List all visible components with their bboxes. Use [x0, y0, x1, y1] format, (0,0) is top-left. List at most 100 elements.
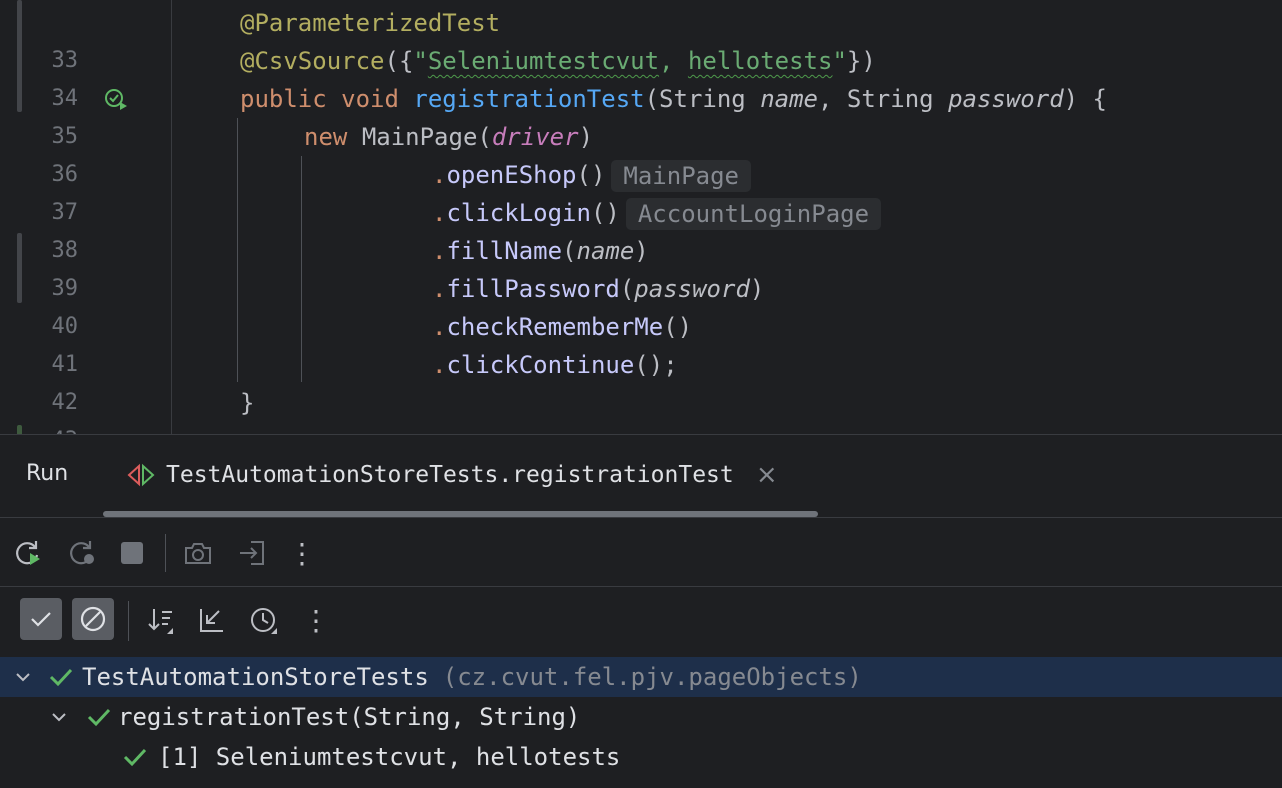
dot: .	[432, 313, 447, 341]
method-call: clickLogin	[446, 199, 591, 227]
type-name: String	[659, 85, 746, 113]
type-name: String	[846, 85, 934, 113]
class-name: MainPage	[361, 123, 478, 151]
code-line[interactable]: 37 .openEShop() MainPage	[0, 156, 1282, 225]
test-history-button[interactable]	[243, 599, 285, 641]
run-configuration-tab[interactable]: TestAutomationStoreTests.registrationTes…	[126, 457, 780, 493]
collapse-all-button[interactable]	[191, 599, 233, 641]
type-inlay-hint[interactable]: MainPage	[611, 160, 751, 192]
code-line[interactable]: 42 .clickContinue();	[0, 346, 1282, 415]
more-options-button[interactable]: ⋮	[295, 599, 337, 641]
test-passed-icon	[87, 708, 111, 727]
code-line[interactable]: 41 .checkRememberMe()	[0, 308, 1282, 377]
dot: .	[432, 237, 447, 265]
punctuation: ()	[663, 313, 693, 341]
test-method-name: registrationTest(String, String)	[118, 703, 581, 731]
code-line[interactable]: 33 @ParameterizedTest	[0, 4, 1282, 73]
punctuation: ()	[576, 161, 606, 189]
dot: .	[432, 161, 447, 189]
dot: .	[432, 199, 447, 227]
run-tool-window-header: Run TestAutomationStoreTests.registratio…	[0, 435, 1282, 517]
test-passed-icon	[123, 748, 147, 767]
dot: .	[432, 351, 447, 379]
method-declaration: registrationTest	[413, 85, 645, 113]
more-options-button[interactable]: ⋮	[281, 532, 323, 574]
punctuation: (	[619, 275, 635, 303]
annotation-token: @CsvSource	[240, 47, 385, 75]
parameter-name: name	[760, 85, 818, 113]
line-number: 43	[30, 422, 79, 434]
rerun-failed-icon	[70, 541, 94, 565]
string-quote: "	[832, 47, 847, 75]
code-line[interactable]: 43 }	[0, 384, 1282, 434]
string-quote: "	[413, 47, 428, 75]
toolbar-separator	[165, 534, 166, 572]
punctuation: })	[846, 47, 876, 75]
clock-icon	[251, 608, 277, 634]
sort-button[interactable]	[140, 599, 182, 641]
chevron-down-icon[interactable]	[48, 706, 70, 728]
punctuation: ()	[590, 199, 620, 227]
collapse-icon	[200, 609, 223, 632]
import-icon	[240, 541, 264, 565]
screenshot-button[interactable]	[177, 532, 219, 574]
chevron-down-icon[interactable]	[12, 666, 34, 688]
test-class-name: TestAutomationStoreTests	[82, 663, 429, 691]
test-invocation-row[interactable]: [1] Seleniumtestcvut, hellotests	[0, 737, 1282, 777]
ignored-icon	[80, 606, 106, 632]
punctuation: )	[749, 275, 765, 303]
closing-brace: }	[240, 389, 255, 417]
punctuation: ) {	[1063, 85, 1108, 113]
method-call: clickContinue	[446, 351, 635, 379]
check-icon	[31, 612, 51, 627]
code-line[interactable]: 38 .clickLogin() AccountLoginPage	[0, 194, 1282, 263]
test-method-row[interactable]: registrationTest(String, String)	[0, 697, 1282, 737]
toolbar-separator	[128, 601, 129, 641]
string-value: hellotests	[687, 47, 833, 75]
show-ignored-toggle[interactable]	[72, 598, 114, 640]
close-icon[interactable]: ×	[754, 460, 780, 490]
field-reference: driver	[491, 123, 579, 151]
keyword: new	[304, 123, 348, 151]
rerun-button[interactable]	[7, 532, 49, 574]
type-inlay-hint[interactable]: AccountLoginPage	[625, 198, 882, 230]
punctuation: )	[578, 123, 594, 151]
sort-icon	[148, 609, 173, 634]
code-line[interactable]: 40 .fillPassword(password)	[0, 270, 1282, 339]
punctuation: ();	[634, 351, 678, 379]
method-call: checkRememberMe	[446, 313, 664, 341]
punctuation: (	[562, 237, 577, 265]
stop-icon	[121, 542, 143, 564]
stop-button[interactable]	[111, 532, 153, 574]
string-value: Seleniumtestcvut	[427, 47, 660, 75]
rerun-failed-tests-button[interactable]	[61, 532, 103, 574]
run-test-passed-icon[interactable]	[104, 88, 128, 110]
test-results-tree[interactable]: TestAutomationStoreTests (cz.cvut.fel.pj…	[0, 655, 1282, 788]
method-call: openEShop	[446, 161, 577, 189]
show-passed-toggle[interactable]	[20, 598, 62, 640]
code-line[interactable]: 36 new MainPage(driver)	[0, 118, 1282, 187]
keyword: void	[341, 85, 399, 113]
method-call: fillPassword	[446, 275, 620, 303]
punctuation: )	[634, 237, 649, 265]
code-line[interactable]: 35 public void registrationTest(String n…	[0, 80, 1282, 149]
method-call: fillName	[446, 237, 563, 265]
annotation-token: @ParameterizedTest	[240, 9, 501, 37]
run-toolbar: ⋮	[0, 518, 1282, 586]
code-line[interactable]: 34 @CsvSource({"Seleniumtestcvut, hellot…	[0, 42, 1282, 111]
code-line[interactable]: 39 .fillName(name)	[0, 232, 1282, 301]
string-comma: ,	[659, 47, 688, 75]
parameter-reference: name	[576, 237, 635, 265]
test-invocation-name: [1] Seleniumtestcvut, hellotests	[158, 743, 621, 771]
punctuation: (	[477, 123, 492, 151]
run-tab-label: TestAutomationStoreTests.registrationTes…	[166, 462, 734, 488]
code-editor[interactable]: 33 @ParameterizedTest 34 @CsvSource({"Se…	[0, 0, 1282, 434]
test-config-icon	[127, 463, 155, 487]
parameter-name: password	[948, 85, 1064, 113]
test-passed-icon	[49, 668, 73, 687]
test-results-toolbar: ⋮	[0, 587, 1282, 655]
import-tests-button[interactable]	[231, 532, 273, 574]
punctuation: ,	[818, 85, 847, 113]
punctuation: (	[644, 85, 660, 113]
test-class-row[interactable]: TestAutomationStoreTests (cz.cvut.fel.pj…	[0, 657, 1282, 697]
